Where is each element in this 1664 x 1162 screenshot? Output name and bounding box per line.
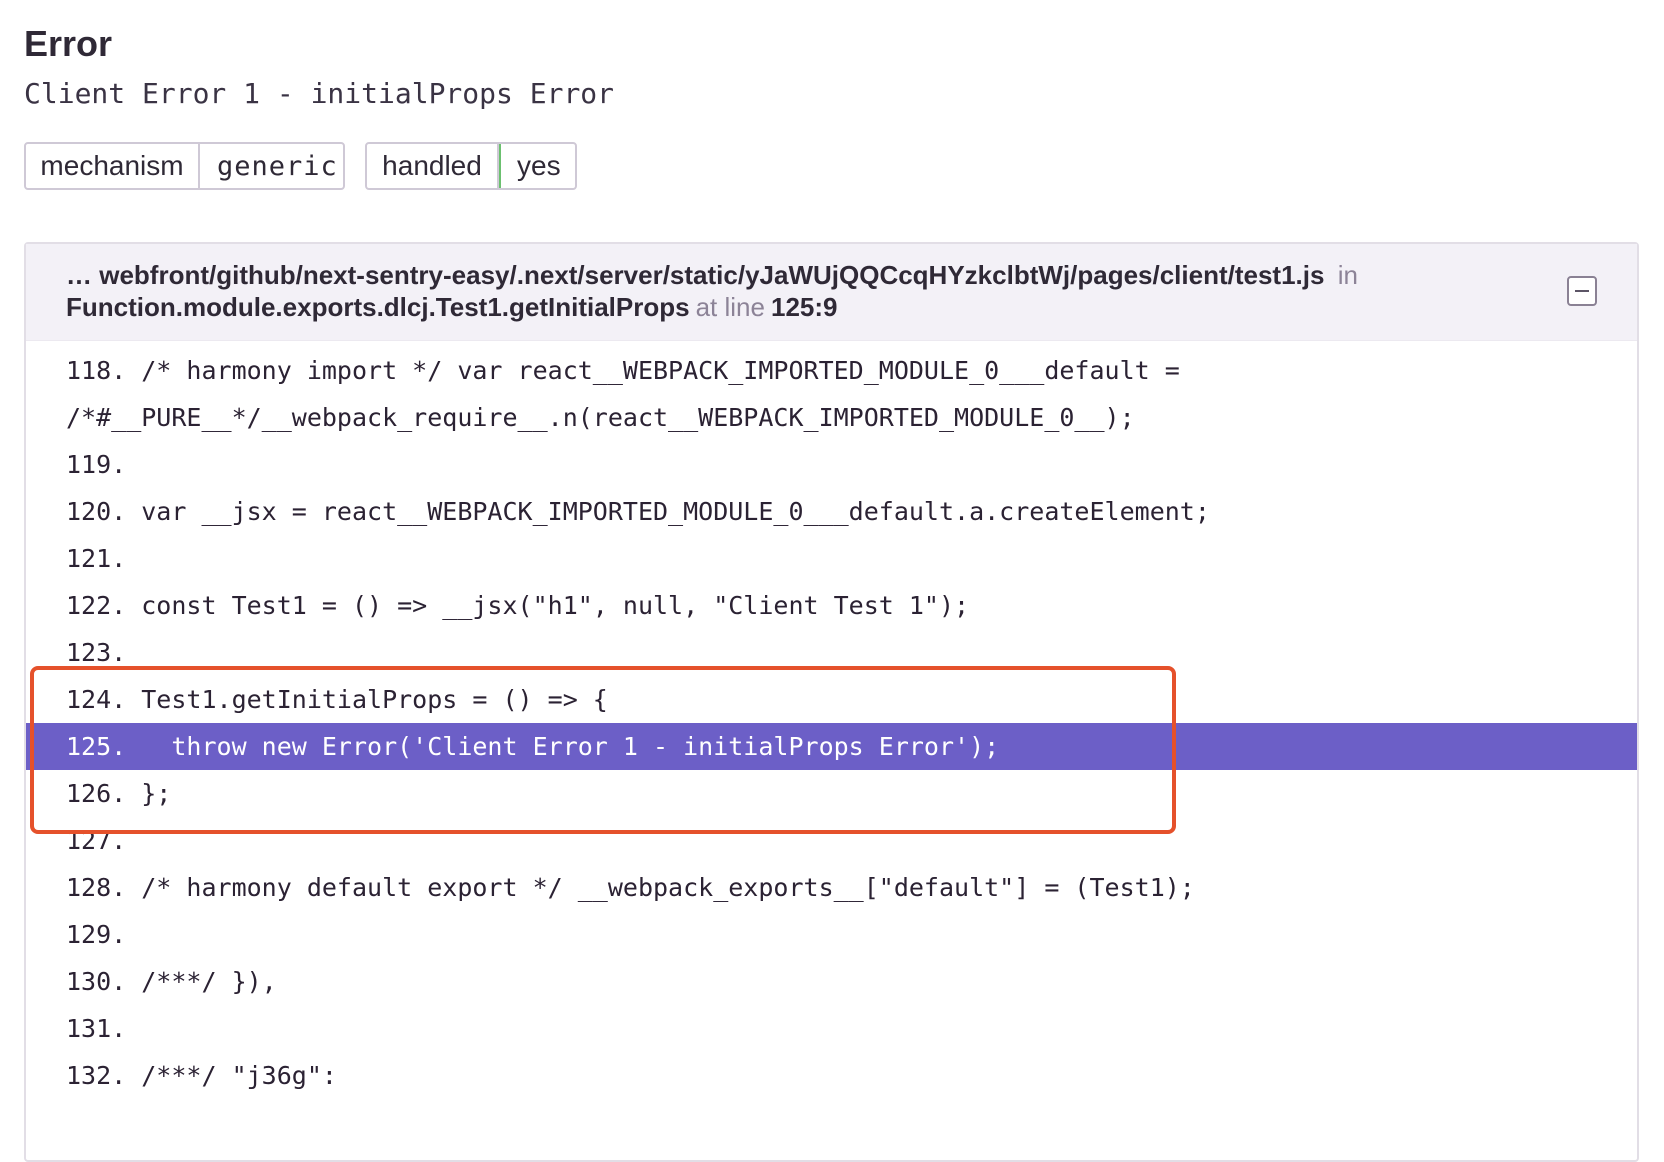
code-context: 118. /* harmony import */ var react__WEB…	[26, 347, 1637, 1099]
code-line: /*#__PURE__*/__webpack_require__.n(react…	[66, 403, 1135, 432]
tag-key: handled	[367, 144, 499, 188]
frame-location: … webfront/github/next-sentry-easy/.next…	[66, 258, 1364, 292]
code-line: 131.	[66, 1014, 127, 1043]
code-line-active: 125. throw new Error('Client Error 1 - i…	[26, 723, 1637, 770]
frame-function: Function.module.exports.dlcj.Test1.getIn…	[66, 292, 690, 322]
code-line: 123.	[66, 638, 127, 667]
error-title: Error	[24, 23, 113, 64]
code-line: 118. /* harmony import */ var react__WEB…	[66, 356, 1180, 385]
code-line: 132. /***/ "j36g":	[66, 1061, 337, 1090]
code-line: 119.	[66, 450, 127, 479]
error-message: Client Error 1 - initialProps Error	[24, 77, 615, 110]
stack-frame: … webfront/github/next-sentry-easy/.next…	[24, 242, 1639, 1162]
code-line: 130. /***/ }),	[66, 967, 277, 996]
code-line: 128. /* harmony default export */ __webp…	[66, 873, 1195, 902]
code-line: 121.	[66, 544, 127, 573]
frame-in-label: in	[1337, 260, 1358, 290]
stack-frame-header[interactable]: … webfront/github/next-sentry-easy/.next…	[26, 244, 1637, 341]
frame-function-line: Function.module.exports.dlcj.Test1.getIn…	[66, 290, 837, 324]
code-line: 124. Test1.getInitialProps = () => {	[66, 685, 608, 714]
tag-key: mechanism	[26, 144, 200, 188]
frame-line-number: 125:9	[770, 292, 838, 322]
code-line: 122. const Test1 = () => __jsx("h1", nul…	[66, 591, 970, 620]
code-line: 129.	[66, 920, 127, 949]
tag-value: yes	[499, 144, 575, 188]
minus-square-icon[interactable]	[1567, 276, 1597, 306]
code-line: 120. var __jsx = react__WEBPACK_IMPORTED…	[66, 497, 1210, 526]
code-line: 127.	[66, 826, 127, 855]
frame-at-line-label: at line	[695, 292, 765, 322]
frame-filename: … webfront/github/next-sentry-easy/.next…	[66, 260, 1325, 290]
code-line: 126. };	[66, 779, 172, 808]
tag-mechanism[interactable]: mechanism generic	[24, 142, 345, 190]
tag-handled[interactable]: handled yes	[365, 142, 577, 190]
tag-value: generic	[217, 150, 338, 182]
